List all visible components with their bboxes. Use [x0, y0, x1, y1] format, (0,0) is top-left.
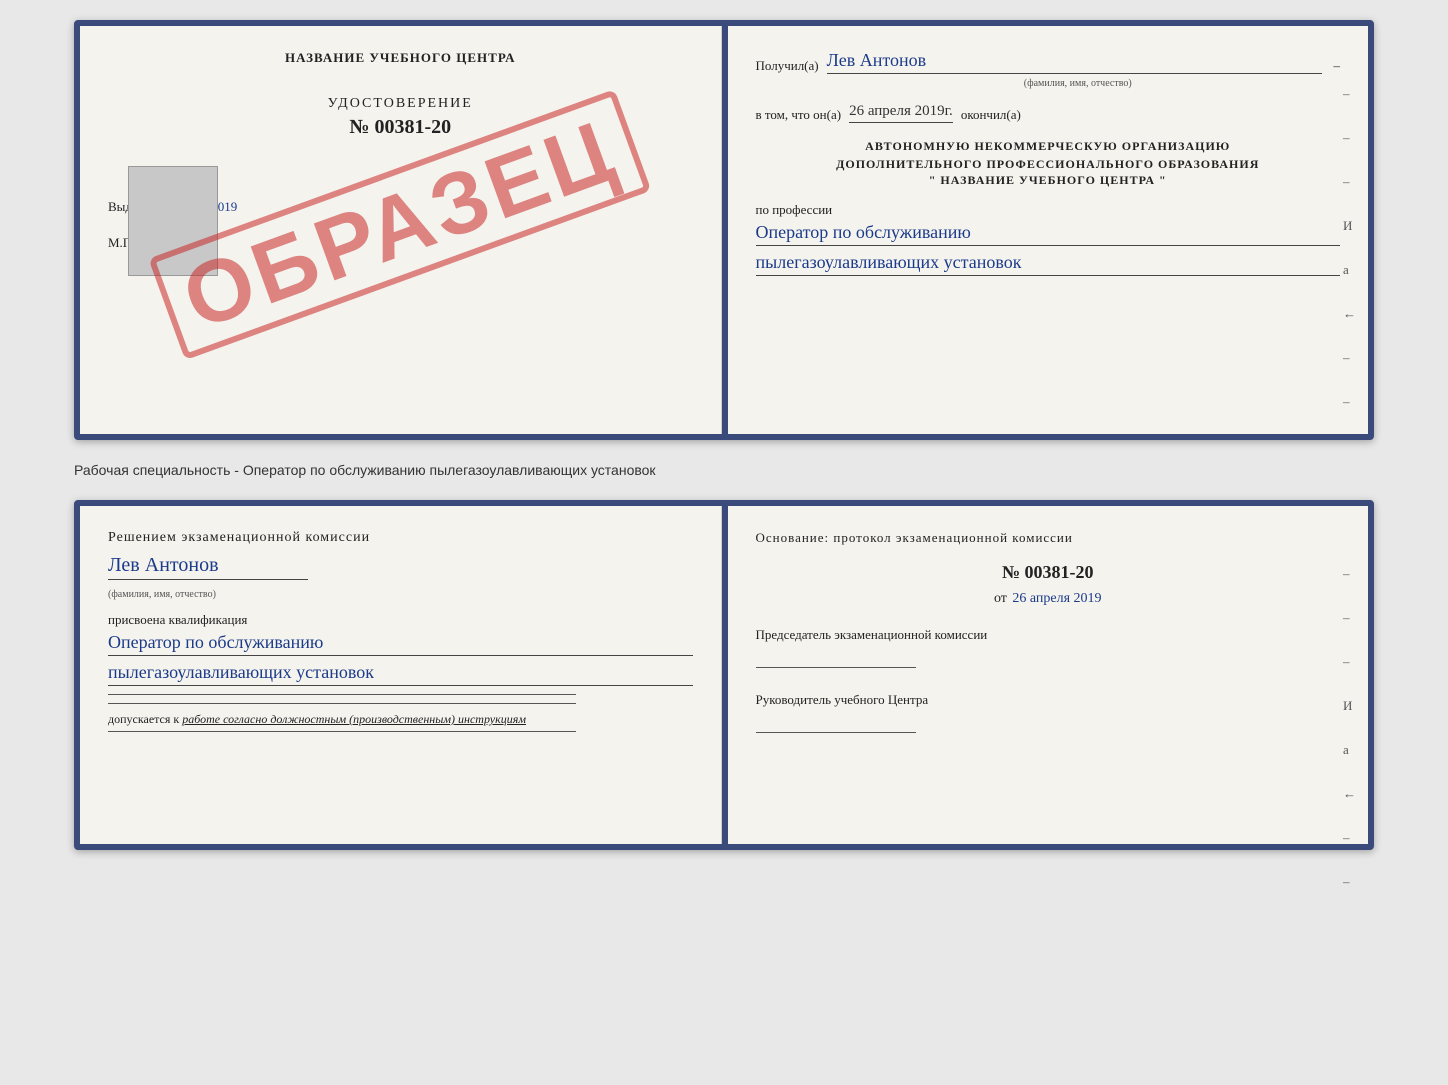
date-line: в том, что он(а) 26 апреля 2019г. окончи… [756, 103, 1341, 123]
cert-label: УДОСТОВЕРЕНИЕ [108, 96, 693, 112]
separator-text: Рабочая специальность - Оператор по обсл… [74, 456, 1374, 484]
recipient-name-top: Лев Антонов [827, 50, 1322, 74]
qualification-line1: Оператор по обслуживанию [108, 632, 693, 656]
profession-block: по профессии Оператор по обслуживанию пы… [756, 202, 1341, 276]
profession-line2: пылегазоулавливающих установок [756, 252, 1341, 276]
bottom-line-2 [108, 703, 576, 704]
top-right-panel: Получил(а) Лев Антонов – (фамилия, имя, … [728, 26, 1369, 434]
school-name-header: НАЗВАНИЕ УЧЕБНОГО ЦЕНТРА [108, 50, 693, 66]
assigned-label: присвоена квалификация [108, 612, 693, 628]
bottom-left-panel: Решением экзаменационной комиссии Лев Ан… [80, 506, 722, 844]
допуск-value: работе согласно должностным (производств… [182, 712, 526, 726]
protocol-date: от 26 апреля 2019 [756, 591, 1341, 607]
right-side-dashes-bottom: – – – И а ← – – [1343, 566, 1356, 890]
right-side-dashes-top: – – – И а ← – – [1343, 86, 1356, 410]
protocol-date-prefix: от [994, 591, 1007, 606]
date-value: 26 апреля 2019г. [849, 103, 953, 123]
recipient-name-bottom: Лев Антонов [108, 554, 308, 580]
protocol-date-value: 26 апреля 2019 [1012, 591, 1101, 606]
center-head-title: Руководитель учебного Центра [756, 692, 1341, 708]
cert-number: № 00381-20 [108, 116, 693, 139]
commission-title: Решением экзаменационной комиссии [108, 530, 693, 546]
org-name: " НАЗВАНИЕ УЧЕБНОГО ЦЕНТРА " [756, 173, 1341, 188]
qualification-line2: пылегазоулавливающих установок [108, 662, 693, 686]
name-sublabel-bottom: (фамилия, имя, отчество) [108, 589, 216, 600]
bottom-document: Решением экзаменационной комиссии Лев Ан… [74, 500, 1374, 850]
center-head-sig-line [756, 732, 916, 733]
date-prefix: в том, что он(а) [756, 107, 842, 123]
recipient-sublabel-top: (фамилия, имя, отчество) [816, 78, 1341, 89]
profession-label: по профессии [756, 202, 1341, 218]
bottom-line-1 [108, 694, 576, 695]
osnov-label: Основание: протокол экзаменационной коми… [756, 530, 1341, 546]
bottom-right-panel: Основание: протокол экзаменационной коми… [728, 506, 1369, 844]
received-prefix: Получил(а) [756, 58, 819, 74]
top-left-panel: НАЗВАНИЕ УЧЕБНОГО ЦЕНТРА УДОСТОВЕРЕНИЕ №… [80, 26, 722, 434]
protocol-number: № 00381-20 [756, 562, 1341, 583]
допуск-line: допускается к работе согласно должностны… [108, 712, 693, 727]
org-line1: АВТОНОМНУЮ НЕКОММЕРЧЕСКУЮ ОРГАНИЗАЦИЮ [756, 137, 1341, 155]
допуск-prefix: допускается к [108, 712, 179, 726]
org-line2: ДОПОЛНИТЕЛЬНОГО ПРОФЕССИОНАЛЬНОГО ОБРАЗО… [756, 155, 1341, 173]
bottom-line-3 [108, 731, 576, 732]
certificate-block: УДОСТОВЕРЕНИЕ № 00381-20 [108, 96, 693, 139]
chairman-sig-line [756, 667, 916, 668]
chairman-block: Председатель экзаменационной комиссии [756, 627, 1341, 668]
chairman-title: Председатель экзаменационной комиссии [756, 627, 1341, 643]
photo-placeholder [128, 166, 218, 276]
org-block: АВТОНОМНУЮ НЕКОММЕРЧЕСКУЮ ОРГАНИЗАЦИЮ ДО… [756, 137, 1341, 188]
date-suffix: окончил(а) [961, 107, 1021, 123]
profession-line1: Оператор по обслуживанию [756, 222, 1341, 246]
center-head-block: Руководитель учебного Центра [756, 692, 1341, 733]
top-document: НАЗВАНИЕ УЧЕБНОГО ЦЕНТРА УДОСТОВЕРЕНИЕ №… [74, 20, 1374, 440]
